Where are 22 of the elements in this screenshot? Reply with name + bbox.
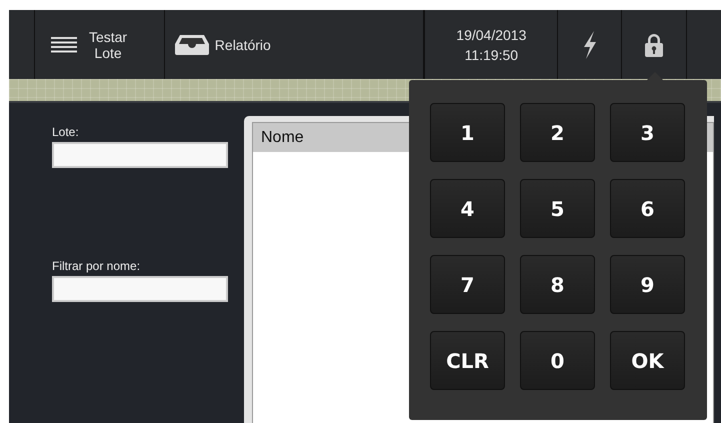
keypad-key[interactable]: CLR (430, 331, 505, 390)
padlock-icon (644, 32, 664, 56)
inbox-tray-icon (174, 34, 209, 54)
keypad-key[interactable]: 6 (610, 179, 685, 238)
date-time: 19/04/2013 11:19:50 (456, 26, 526, 64)
keypad-key[interactable]: 2 (520, 103, 595, 162)
keypad-key[interactable]: 7 (430, 255, 505, 314)
keypad-key[interactable]: 0 (520, 331, 595, 390)
filter-label: Filtrar por nome: (52, 259, 140, 273)
lightning-icon (582, 30, 597, 58)
keypad-key[interactable]: 4 (430, 179, 505, 238)
keypad-key[interactable]: OK (610, 331, 685, 390)
keypad-key[interactable]: 1 (430, 103, 505, 162)
keypad-key[interactable]: 5 (520, 179, 595, 238)
menu-icon (50, 36, 77, 52)
column-header[interactable]: Nome (253, 128, 304, 146)
keypad-key[interactable]: 9 (610, 255, 685, 314)
batch-input-field[interactable] (52, 142, 228, 168)
name-filter-field[interactable] (52, 276, 228, 302)
keypad-key[interactable]: 3 (610, 103, 685, 162)
batch-label: Lote: (52, 125, 79, 139)
keypad-key[interactable]: 8 (520, 255, 595, 314)
